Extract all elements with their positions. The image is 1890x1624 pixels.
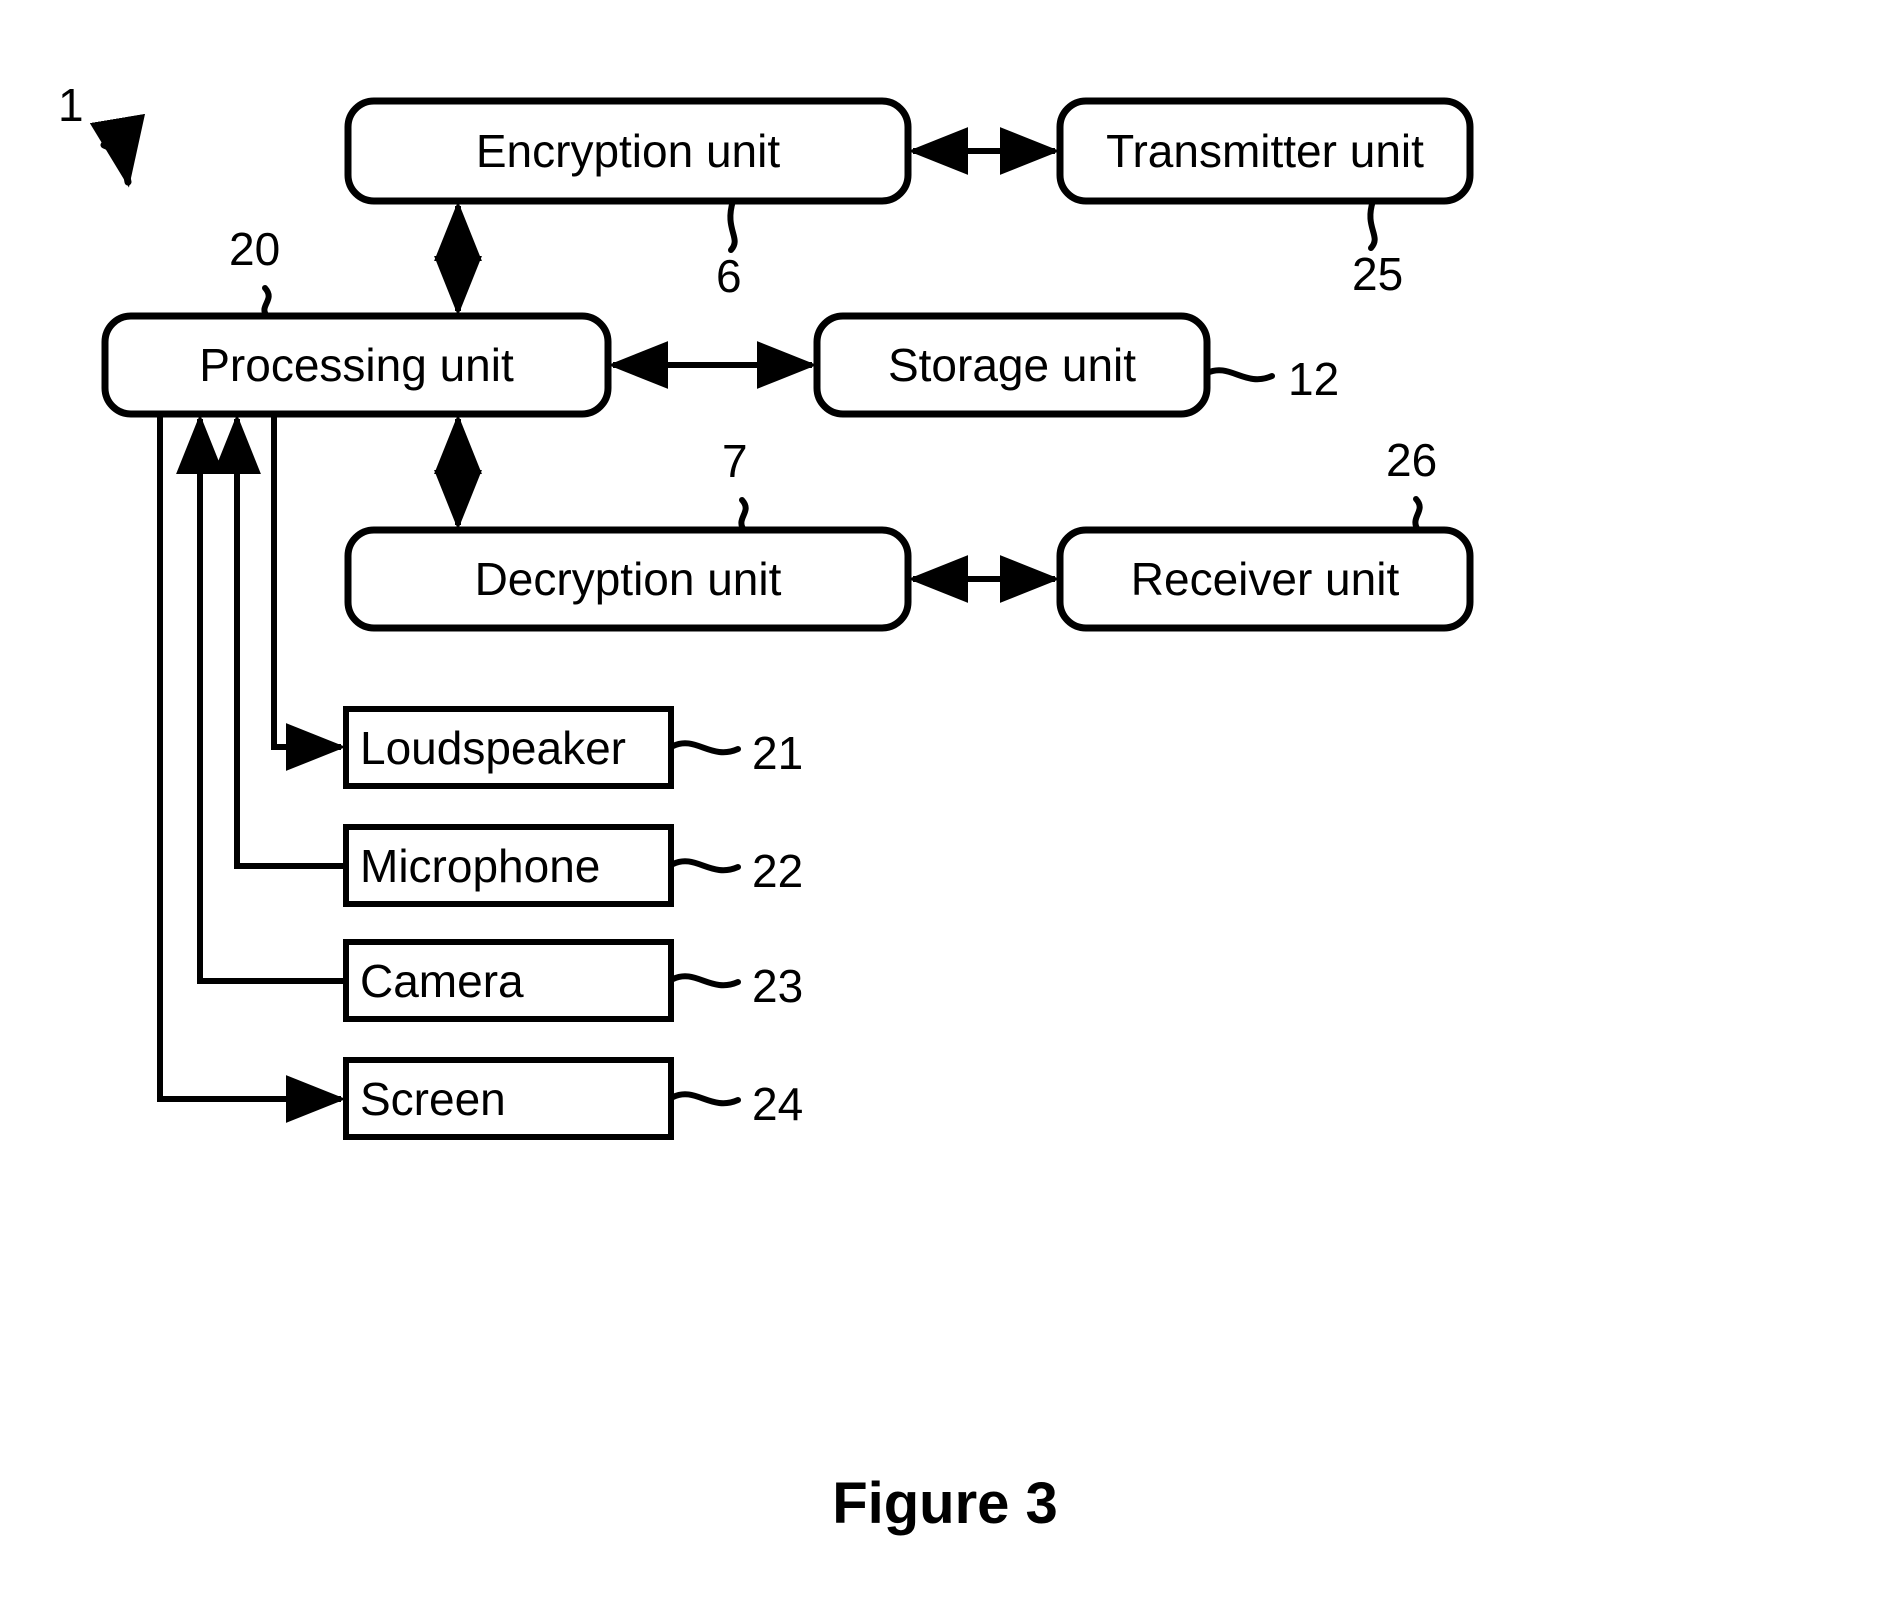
node-box-microphone xyxy=(343,824,674,907)
leader-screen xyxy=(670,1091,741,1107)
ref-numeral-screen: 24 xyxy=(752,1078,804,1130)
node-box-camera xyxy=(343,939,674,1022)
ref-numeral-receiver: 26 xyxy=(1386,434,1438,486)
patent-figure: Encryption unit Transmitter unit Process… xyxy=(0,0,1890,1624)
node-box-storage xyxy=(813,312,1211,418)
node-box-receiver xyxy=(1056,526,1474,632)
leader-microphone xyxy=(670,858,741,874)
node-box-transmitter xyxy=(1056,97,1474,205)
leader-encryption xyxy=(727,198,738,253)
ref-numeral-transmitter: 25 xyxy=(1352,248,1404,300)
ref-numeral-system: 1 xyxy=(58,79,84,131)
connector-processing-screen xyxy=(157,414,346,1123)
leader-storage xyxy=(1204,367,1275,383)
node-box-screen xyxy=(343,1057,674,1140)
node-box-encryption xyxy=(344,97,912,205)
node-box-decryption xyxy=(344,526,912,632)
ref-numeral-microphone: 22 xyxy=(752,845,804,897)
ref-numeral-processing: 20 xyxy=(229,223,281,275)
leader-system xyxy=(89,113,146,188)
connector-microphone-processing xyxy=(213,414,346,869)
leader-camera xyxy=(670,973,741,989)
ref-numeral-loudspeaker: 21 xyxy=(752,727,804,779)
ref-numeral-decryption: 7 xyxy=(722,435,748,487)
leader-transmitter xyxy=(1367,198,1378,251)
diagram-canvas xyxy=(89,97,1474,1140)
leader-receiver xyxy=(1412,496,1423,533)
leader-processing xyxy=(261,285,272,319)
node-box-loudspeaker xyxy=(343,706,674,789)
connector-processing-loudspeaker xyxy=(271,414,346,771)
ref-numeral-camera: 23 xyxy=(752,960,804,1012)
leader-loudspeaker xyxy=(670,740,741,756)
ref-numeral-encryption: 6 xyxy=(716,250,742,302)
figure-caption: Figure 3 xyxy=(832,1471,1058,1536)
ref-numeral-storage: 12 xyxy=(1288,353,1340,405)
leader-decryption xyxy=(738,497,749,533)
node-box-processing xyxy=(101,312,612,418)
